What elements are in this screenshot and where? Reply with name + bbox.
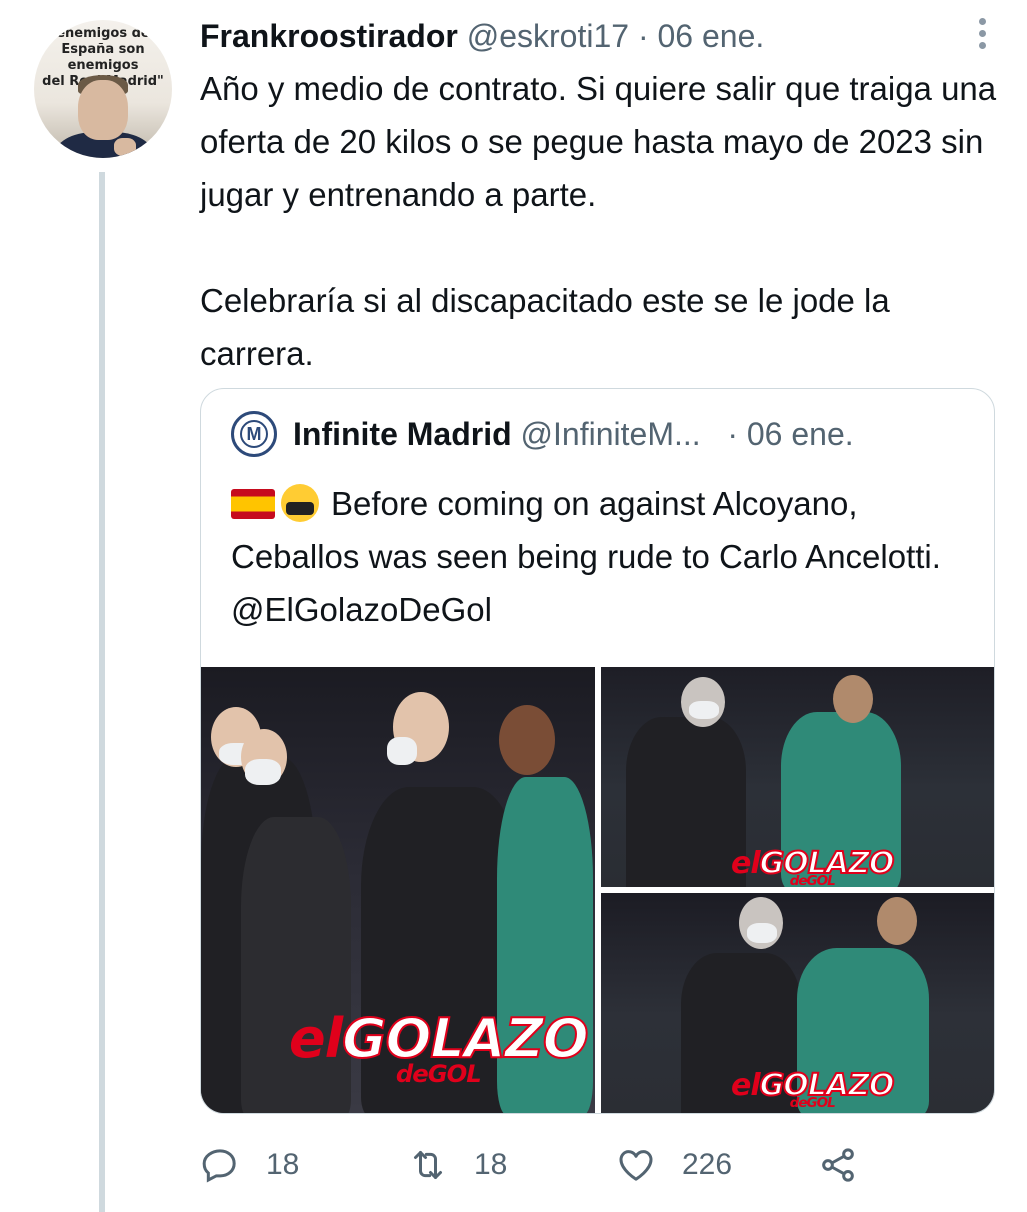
quoted-tweet-card[interactable]: M Infinite Madrid @InfiniteM... · 06 ene…: [200, 388, 995, 1114]
share-icon: [822, 1148, 854, 1182]
avatar-figure-face: [78, 80, 128, 140]
reply-count: 18: [266, 1148, 300, 1181]
photo-watermark: elGOLAZO deGOL: [289, 1007, 590, 1088]
quoted-header: M Infinite Madrid @InfiniteM... · 06 ene…: [231, 409, 974, 459]
spain-flag-icon: [231, 489, 275, 519]
photo-figure: [245, 759, 281, 785]
retweet-count: 18: [474, 1148, 508, 1181]
retweet-button[interactable]: 18: [408, 1140, 507, 1190]
reply-icon: [202, 1149, 236, 1183]
share-button[interactable]: [818, 1140, 884, 1190]
photo-figure: [833, 675, 873, 723]
media-photo-3[interactable]: elGOLAZO deGOL: [601, 893, 994, 1113]
media-grid: elGOLAZO deGOL elGOLAZO deGOL elGOLAZO deGO…: [201, 667, 994, 1113]
like-count: 226: [682, 1148, 733, 1181]
photo-figure: [689, 701, 719, 719]
photo-figure: [626, 717, 746, 887]
ellipsis-vertical-icon[interactable]: [977, 18, 987, 52]
quoted-separator: ·: [727, 416, 738, 452]
author-handle[interactable]: @eskroti17: [467, 18, 629, 54]
tweet-date[interactable]: 06 ene.: [657, 18, 764, 54]
author-avatar[interactable]: enemigos de España son enemigos del Real…: [34, 20, 172, 158]
media-photo-1[interactable]: elGOLAZO deGOL: [201, 667, 595, 1113]
tweet-actions: 18 18 226: [200, 1140, 1000, 1190]
tweet-paragraph: Año y medio de contrato. Si quiere salir…: [200, 70, 997, 213]
media-photo-2[interactable]: elGOLAZO deGOL: [601, 667, 994, 888]
photo-figure: [877, 897, 917, 945]
author-name[interactable]: Frankroostirador: [200, 18, 458, 54]
thread-line: [99, 172, 105, 1212]
reply-button[interactable]: 18: [200, 1140, 299, 1190]
header-separator: ·: [637, 18, 649, 54]
quoted-date[interactable]: 06 ene.: [747, 416, 854, 452]
avatar-figure-hand: [114, 138, 136, 156]
tweet-text: Año y medio de contrato. Si quiere salir…: [200, 62, 1000, 380]
quoted-author-avatar[interactable]: M: [231, 411, 277, 457]
photo-figure: [499, 705, 555, 775]
tweet-header: Frankroostirador @eskroti17 · 06 ene.: [200, 14, 957, 58]
photo-figure: [387, 737, 417, 765]
tweet-paragraph: Celebraría si al discapacitado este se l…: [200, 282, 890, 372]
quoted-author-name[interactable]: Infinite Madrid: [293, 416, 512, 452]
photo-watermark: elGOLAZO deGOL: [731, 846, 895, 888]
photo-figure: [747, 923, 777, 943]
quoted-text-body: Before coming on against Alcoyano, Cebal…: [231, 485, 941, 628]
quoted-author-handle[interactable]: @InfiniteM...: [521, 416, 701, 452]
heart-icon: [619, 1150, 653, 1181]
photo-watermark: elGOLAZO deGOL: [731, 1068, 895, 1111]
quoted-text: Before coming on against Alcoyano, Cebal…: [231, 477, 971, 636]
like-button[interactable]: 226: [616, 1140, 732, 1190]
face-with-symbols-on-mouth-icon: [281, 484, 319, 522]
retweet-icon: [414, 1151, 442, 1179]
